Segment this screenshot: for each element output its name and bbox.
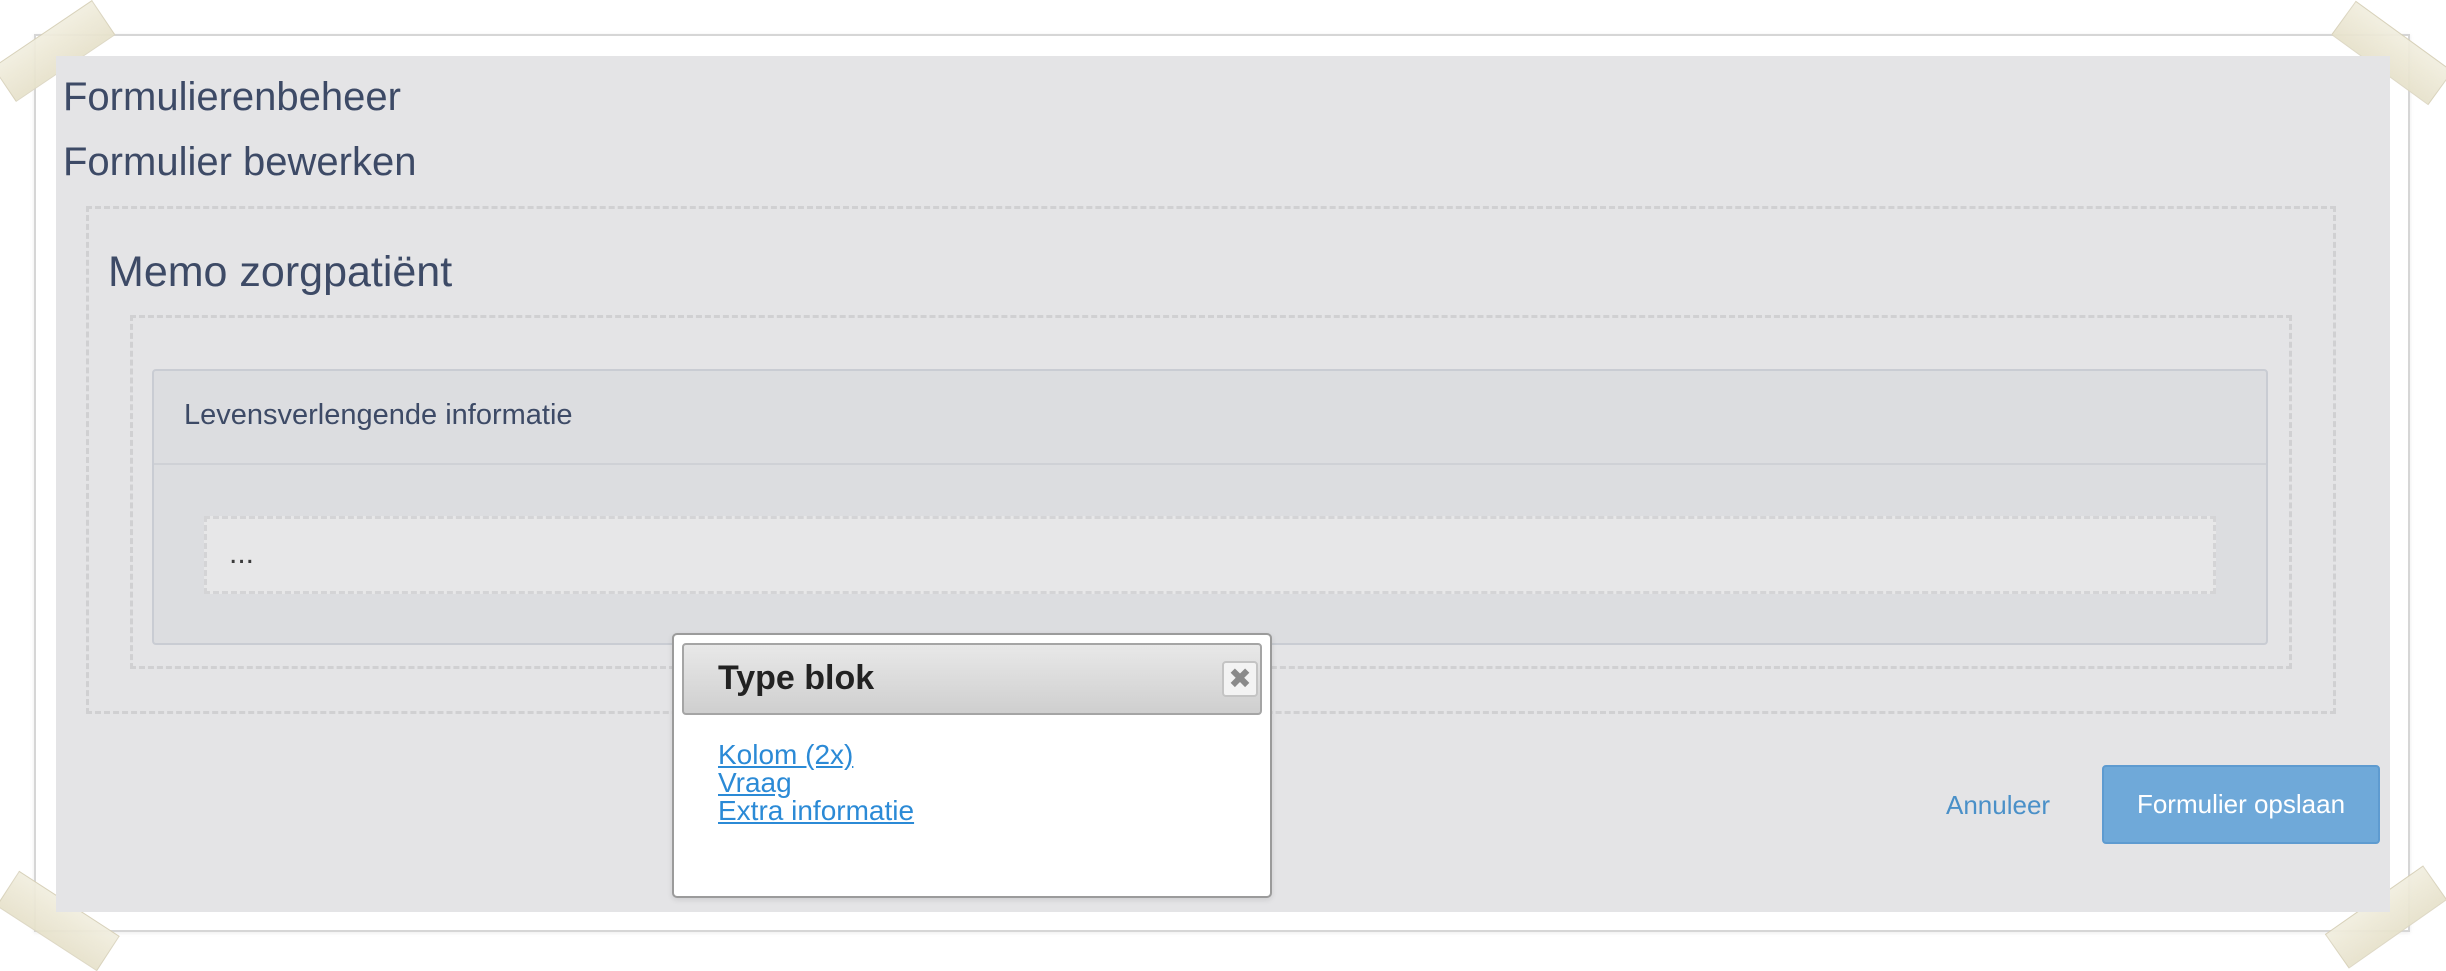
placeholder-text: ... — [229, 537, 255, 570]
dialog-title: Type blok — [718, 659, 875, 697]
form-title: Memo zorgpatiënt — [108, 248, 453, 296]
type-block-dialog: Type blok ✖ Kolom (2x) Vraag Extra infor… — [672, 633, 1272, 898]
page-subtitle: Formulier bewerken — [63, 140, 417, 184]
add-block-placeholder[interactable]: ... — [204, 516, 2216, 594]
form-panel: Levensverlengende informatie — [152, 369, 2268, 645]
panel-header: Levensverlengende informatie — [154, 371, 2266, 465]
save-form-button[interactable]: Formulier opslaan — [2102, 765, 2380, 844]
panel-title[interactable]: Levensverlengende informatie — [184, 399, 573, 432]
dialog-titlebar[interactable]: Type blok ✖ — [682, 643, 1262, 715]
page-title: Formulierenbeheer — [63, 75, 401, 119]
option-vraag-link[interactable]: Vraag — [718, 769, 914, 797]
block-type-list: Kolom (2x) Vraag Extra informatie — [718, 741, 914, 825]
cancel-link[interactable]: Annuleer — [1946, 790, 2050, 821]
close-icon[interactable]: ✖ — [1222, 661, 1258, 697]
option-extra-informatie-link[interactable]: Extra informatie — [718, 797, 914, 825]
option-kolom-link[interactable]: Kolom (2x) — [718, 741, 914, 769]
